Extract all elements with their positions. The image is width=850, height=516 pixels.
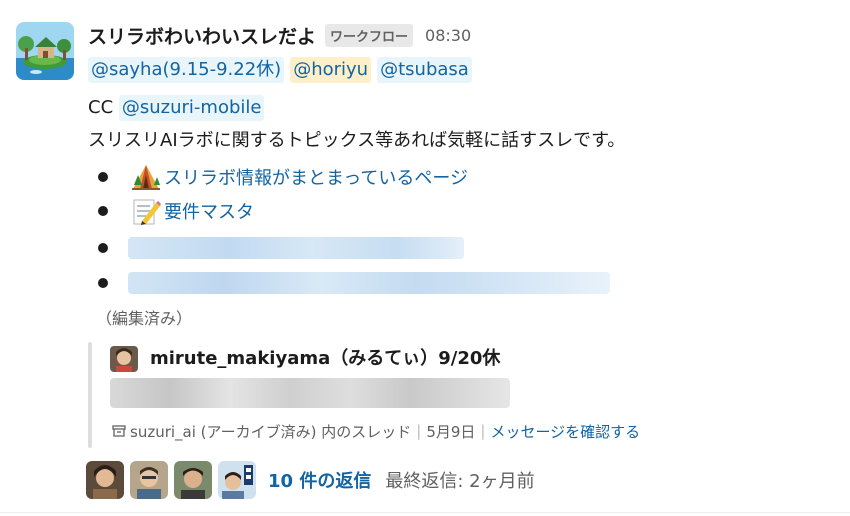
mention-suzuri-mobile[interactable]: @suzuri-mobile <box>118 95 265 121</box>
separator: | <box>416 422 422 440</box>
quoted-author-name[interactable]: mirute_makiyama（みるてぃ）9/20休 <box>150 346 500 372</box>
bullet-dot <box>98 278 108 288</box>
quote-bar <box>88 342 92 448</box>
workflow-avatar[interactable] <box>16 22 74 80</box>
list-item <box>98 268 610 298</box>
edited-label: （編集済み） <box>96 309 193 328</box>
cc-label: CC <box>88 97 114 118</box>
thread-replies[interactable]: 10 件の返信 最終返信: 2ヶ月前 <box>86 460 535 500</box>
workflow-badge: ワークフロー <box>325 23 414 47</box>
quote-channel[interactable]: suzuri_ai (アーカイブ済み) 内のスレッド <box>130 421 411 442</box>
description: スリスリAIラボに関するトピックス等あれば気軽に話すスレです。 <box>88 130 626 151</box>
replier-avatar <box>86 461 124 499</box>
divider <box>0 512 850 513</box>
archive-icon <box>112 425 126 437</box>
message-header: スリラボわいわいスレだよ ワークフロー 08:30 <box>88 20 471 50</box>
message: スリラボわいわいスレだよ ワークフロー 08:30 @sayha(9.15-9.… <box>0 0 850 516</box>
list-item: スリラボ情報がまとまっているページ <box>98 162 468 192</box>
redacted-link[interactable] <box>128 272 610 294</box>
reply-count[interactable]: 10 件の返信 <box>268 467 371 493</box>
list-item: 要件マスタ <box>98 196 254 226</box>
link-suriribo-info[interactable]: スリラボ情報がまとまっているページ <box>164 164 468 190</box>
view-message-link[interactable]: メッセージを確認する <box>490 421 640 442</box>
sender-name[interactable]: スリラボわいわいスレだよ <box>88 22 316 49</box>
cc-line: CC @suzuri-mobile <box>88 95 265 121</box>
last-reply: 最終返信: 2ヶ月前 <box>385 471 535 492</box>
redacted-quote-text <box>110 378 510 408</box>
redacted-link[interactable] <box>128 237 464 259</box>
mention-tsubasa[interactable]: @tsubasa <box>377 57 472 83</box>
bullet-dot <box>98 243 108 253</box>
timestamp[interactable]: 08:30 <box>425 26 471 45</box>
list-item <box>98 233 464 263</box>
bullet-dot <box>98 206 108 216</box>
bullet-dot <box>98 172 108 182</box>
quote-footer: suzuri_ai (アーカイブ済み) 内のスレッド | 5月9日 | メッセー… <box>112 420 640 442</box>
quote-date[interactable]: 5月9日 <box>426 421 475 442</box>
replier-avatar <box>218 461 256 499</box>
link-requirements-master[interactable]: 要件マスタ <box>164 198 254 224</box>
memo-icon <box>133 199 161 225</box>
mention-horiyu[interactable]: @horiyu <box>290 57 372 83</box>
replier-avatar <box>174 461 212 499</box>
mentions-line: @sayha(9.15-9.22休) @horiyu @tsubasa <box>88 57 472 83</box>
quoted-author-avatar[interactable] <box>110 346 138 372</box>
mention-sayha[interactable]: @sayha(9.15-9.22休) <box>88 57 285 83</box>
replier-avatar <box>130 461 168 499</box>
separator: | <box>480 422 486 440</box>
tent-icon <box>132 165 160 190</box>
